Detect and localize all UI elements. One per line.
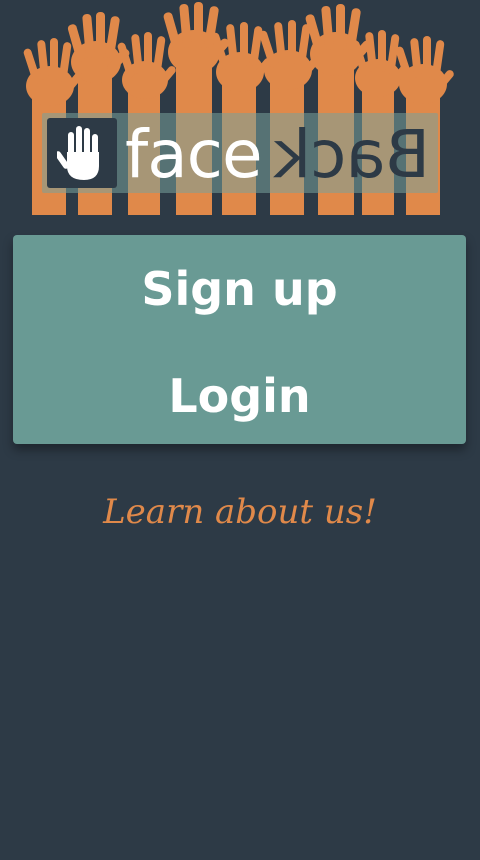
hand-icon (57, 126, 99, 180)
logo-word-back-mirrored: Back (273, 116, 431, 193)
app-screen: face Back Sign up Login Learn about us! (0, 0, 480, 860)
logo-word-face: face (125, 116, 263, 193)
learn-about-us-link[interactable]: Learn about us! (0, 486, 480, 538)
sign-up-button[interactable]: Sign up (13, 243, 466, 335)
auth-panel: Sign up Login (13, 235, 466, 444)
logo-icon-box (47, 118, 117, 188)
login-button[interactable]: Login (13, 350, 466, 442)
logo-header: face Back (0, 0, 480, 222)
